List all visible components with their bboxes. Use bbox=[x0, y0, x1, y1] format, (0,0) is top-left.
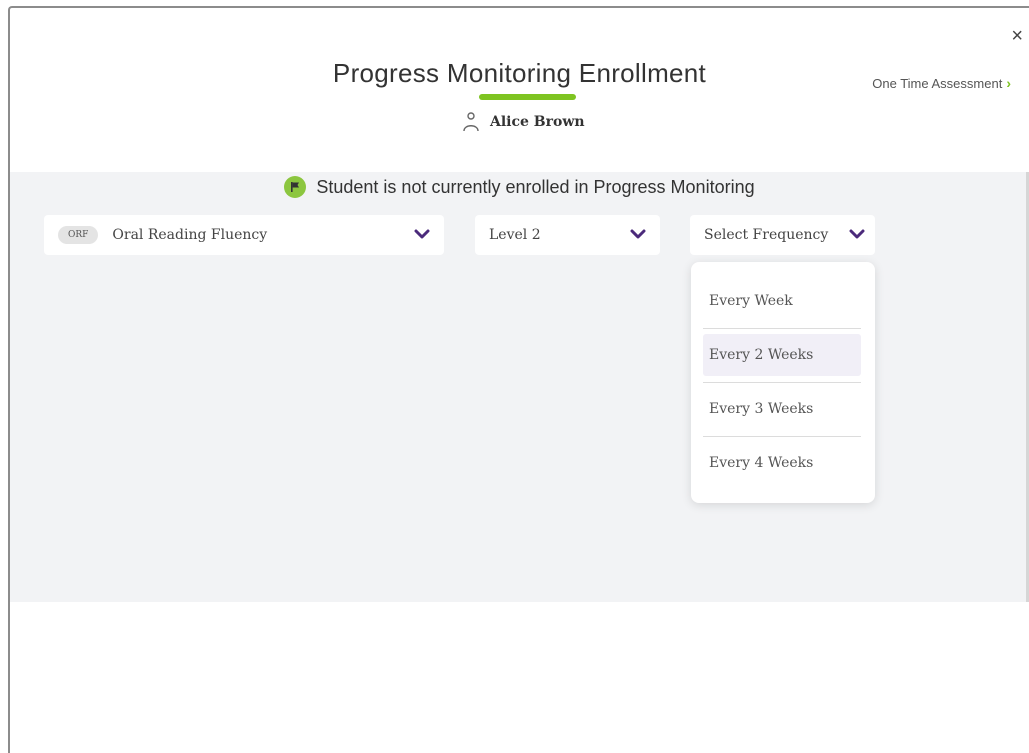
status-message: Student is not currently enrolled in Pro… bbox=[316, 176, 755, 197]
divider bbox=[703, 382, 861, 383]
close-icon[interactable]: × bbox=[1011, 26, 1023, 46]
divider bbox=[703, 436, 861, 437]
enrollment-modal: × Progress Monitoring Enrollment Alice B… bbox=[8, 6, 1029, 753]
assessment-badge: ORF bbox=[58, 226, 99, 244]
frequency-dropdown: Every Week Every 2 Weeks Every 3 Weeks E… bbox=[691, 262, 875, 503]
chevron-right-icon: › bbox=[1006, 75, 1011, 91]
frequency-option-every-4-weeks[interactable]: Every 4 Weeks bbox=[703, 442, 861, 484]
assessment-value: Oral Reading Fluency bbox=[112, 227, 268, 243]
frequency-option-every-3-weeks[interactable]: Every 3 Weeks bbox=[703, 388, 861, 430]
one-time-assessment-label: One Time Assessment bbox=[872, 75, 1003, 91]
person-icon bbox=[463, 112, 479, 132]
flag-icon bbox=[284, 176, 307, 198]
enrollment-status: Student is not currently enrolled in Pro… bbox=[10, 176, 1029, 198]
chevron-down-icon bbox=[630, 229, 646, 239]
assessment-select[interactable]: ORF Oral Reading Fluency bbox=[44, 215, 444, 255]
student-name: Alice Brown bbox=[490, 114, 585, 130]
title-underline bbox=[479, 94, 576, 100]
level-select[interactable]: Level 2 bbox=[475, 215, 660, 255]
level-value: Level 2 bbox=[489, 227, 541, 243]
one-time-assessment-link[interactable]: One Time Assessment › bbox=[872, 75, 1011, 91]
chevron-down-icon bbox=[849, 229, 865, 239]
frequency-option-every-week[interactable]: Every Week bbox=[703, 280, 861, 322]
frequency-placeholder: Select Frequency bbox=[704, 227, 829, 243]
frequency-select[interactable]: Select Frequency bbox=[690, 215, 875, 255]
chevron-down-icon bbox=[414, 229, 430, 239]
student-info: Alice Brown bbox=[462, 110, 585, 134]
divider bbox=[703, 328, 861, 329]
frequency-option-every-2-weeks[interactable]: Every 2 Weeks bbox=[703, 334, 861, 376]
